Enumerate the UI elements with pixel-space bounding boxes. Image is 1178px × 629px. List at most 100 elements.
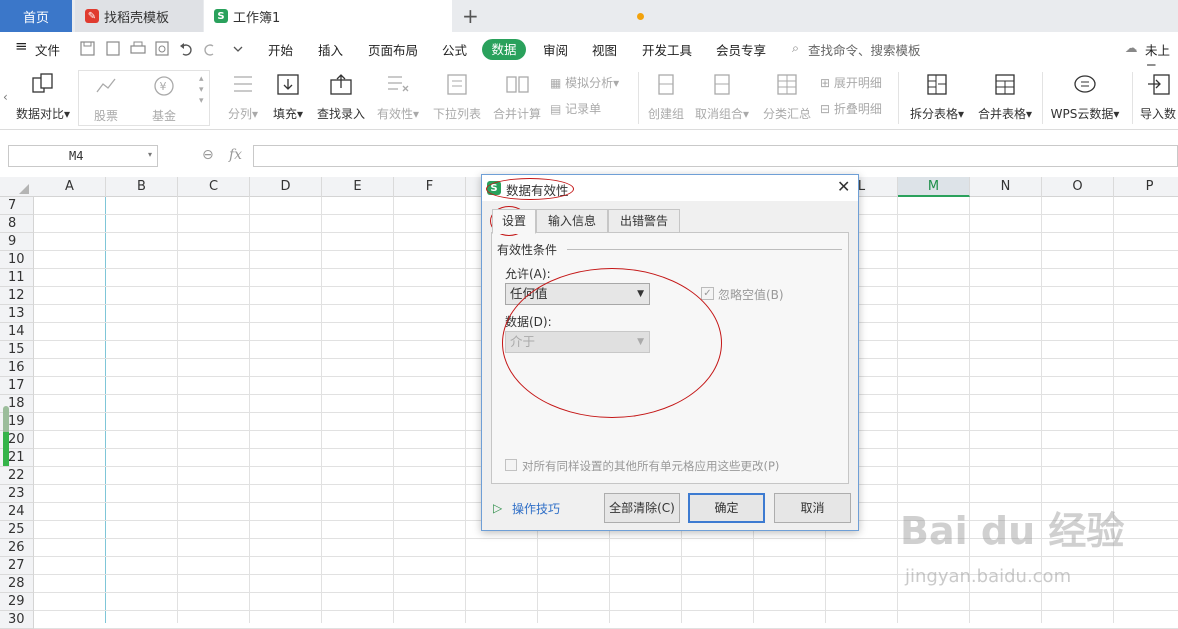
column-header-O[interactable]: O <box>1042 177 1114 197</box>
record-sheet-button[interactable]: ▤ 记录单 <box>550 100 601 117</box>
menu-item-3[interactable]: 公式 <box>442 40 467 59</box>
menu-item-8[interactable]: 会员专享 <box>716 40 766 59</box>
preview-icon[interactable] <box>155 41 169 56</box>
zoom-icon[interactable]: ⊖ <box>202 147 214 163</box>
menu-item-2[interactable]: 页面布局 <box>368 40 418 59</box>
row-header-14[interactable]: 14 <box>0 323 34 341</box>
tab-workbook[interactable]: S 工作簿1 <box>204 0 644 32</box>
ignore-blank-checkbox[interactable]: ✓ <box>701 287 714 300</box>
cloud-data-icon <box>1074 75 1096 93</box>
menu-item-0[interactable]: 开始 <box>268 40 293 59</box>
sim-analysis-button[interactable]: ▦ 模拟分析▾ <box>550 74 619 91</box>
row-header-15[interactable]: 15 <box>0 341 34 359</box>
row-header-25[interactable]: 25 <box>0 521 34 539</box>
split-table-label: 拆分表格 <box>909 107 958 121</box>
column-header-M[interactable]: M <box>898 177 970 197</box>
split-table-button[interactable]: 拆分表格▾ <box>906 72 968 122</box>
column-header-N[interactable]: N <box>970 177 1042 197</box>
row-header-7[interactable]: 7 <box>0 197 34 215</box>
close-icon[interactable]: ✕ <box>837 177 850 196</box>
ok-button[interactable]: 确定 <box>688 493 765 523</box>
more-icon[interactable] <box>233 46 243 52</box>
column-header-E[interactable]: E <box>322 177 394 197</box>
tab-template[interactable]: ✎ 找稻壳模板 <box>75 0 203 32</box>
row-header-12[interactable]: 12 <box>0 287 34 305</box>
menu-item-7[interactable]: 开发工具 <box>642 40 692 59</box>
clear-all-button[interactable]: 全部清除(C) <box>604 493 680 523</box>
row-header-29[interactable]: 29 <box>0 593 34 611</box>
scrollbar-highlight <box>3 432 9 466</box>
tips-link[interactable]: 操作技巧 <box>512 500 560 517</box>
row-header-27[interactable]: 27 <box>0 557 34 575</box>
row-header-13[interactable]: 13 <box>0 305 34 323</box>
name-box-dropdown-icon[interactable]: ▾ <box>148 150 152 159</box>
column-header-C[interactable]: C <box>178 177 250 197</box>
column-header-P[interactable]: P <box>1114 177 1178 197</box>
split-column-button[interactable]: 分列▾ <box>224 72 262 122</box>
menu-item-6[interactable]: 视图 <box>592 40 617 59</box>
row-header-28[interactable]: 28 <box>0 575 34 593</box>
command-search-input[interactable]: 查找命令、搜索模板 <box>808 40 921 59</box>
row-header-17[interactable]: 17 <box>0 377 34 395</box>
fill-button[interactable]: 填充▾ <box>268 72 308 122</box>
subtotal-icon <box>777 74 797 95</box>
row-header-30[interactable]: 30 <box>0 611 34 629</box>
tab-home[interactable]: 首页 <box>0 0 72 32</box>
ribbon-scroll-left-icon[interactable]: ‹ <box>3 90 8 104</box>
export-icon[interactable] <box>106 41 120 56</box>
ungroup-button[interactable]: 取消组合▾ <box>692 72 752 122</box>
menu-4-active[interactable]: 数据 <box>482 39 526 60</box>
gridline-col <box>465 197 466 623</box>
row-header-23[interactable]: 23 <box>0 485 34 503</box>
row-header-8[interactable]: 8 <box>0 215 34 233</box>
scroll-arrows-icon[interactable]: ▴ ▾ ▾ <box>199 74 204 107</box>
tab-input-message[interactable]: 输入信息 <box>536 209 608 233</box>
row-header-10[interactable]: 10 <box>0 251 34 269</box>
find-entry-button[interactable]: 查找录入 <box>314 72 368 122</box>
validity-button[interactable]: 有效性▾ <box>374 72 422 122</box>
column-header-B[interactable]: B <box>106 177 178 197</box>
annotation-ring-fields <box>502 268 722 418</box>
stock-button[interactable]: 股票 <box>86 74 126 124</box>
create-group-button[interactable]: 创建组 <box>644 72 688 122</box>
name-box[interactable]: M4 <box>8 145 158 167</box>
column-header-D[interactable]: D <box>250 177 322 197</box>
import-data-button[interactable]: 导入数 <box>1140 72 1178 122</box>
row-header-9[interactable]: 9 <box>0 233 34 251</box>
row-header-24[interactable]: 24 <box>0 503 34 521</box>
menu-item-5[interactable]: 审阅 <box>543 40 568 59</box>
search-icon[interactable]: ⌕ <box>792 40 799 56</box>
dropdown-list-button[interactable]: 下拉列表 <box>430 72 484 122</box>
data-compare-button[interactable]: 数据对比▾ <box>14 72 72 122</box>
formula-input[interactable] <box>253 145 1178 167</box>
row-header-11[interactable]: 11 <box>0 269 34 287</box>
save-icon[interactable] <box>80 41 95 56</box>
redo-icon[interactable] <box>204 44 214 56</box>
column-header-F[interactable]: F <box>394 177 466 197</box>
apply-all-checkbox[interactable] <box>505 459 517 471</box>
tab-settings[interactable]: 设置 <box>492 209 536 234</box>
tab-error-alert[interactable]: 出错警告 <box>608 209 680 233</box>
row-header-16[interactable]: 16 <box>0 359 34 377</box>
expand-detail-button[interactable]: ⊞ 展开明细 <box>820 74 882 91</box>
menu-file[interactable]: 文件 <box>35 40 60 59</box>
row-header-26[interactable]: 26 <box>0 539 34 557</box>
subtotal-button[interactable]: 分类汇总 <box>760 72 814 122</box>
select-all-icon[interactable] <box>18 183 30 195</box>
collapse-detail-button[interactable]: ⊟ 折叠明细 <box>820 100 882 117</box>
new-tab-icon[interactable]: + <box>462 4 479 28</box>
fund-button[interactable]: ¥ 基金 <box>144 74 184 124</box>
merge-table-icon <box>995 74 1015 95</box>
menu-item-1[interactable]: 插入 <box>318 40 343 59</box>
wps-cloud-data-button[interactable]: WPS云数据▾ <box>1048 72 1122 122</box>
fx-icon[interactable]: fx <box>229 147 242 163</box>
row-header-22[interactable]: 22 <box>0 467 34 485</box>
undo-icon[interactable] <box>180 43 192 56</box>
hamburger-icon[interactable]: ≡ <box>15 37 28 55</box>
column-header-A[interactable]: A <box>34 177 106 197</box>
merge-table-button[interactable]: 合并表格▾ <box>974 72 1036 122</box>
cancel-button[interactable]: 取消 <box>774 493 851 523</box>
merge-calc-button[interactable]: 合并计算 <box>490 72 544 122</box>
print-icon[interactable] <box>130 41 146 54</box>
merge-table-label: 合并表格 <box>977 107 1026 121</box>
